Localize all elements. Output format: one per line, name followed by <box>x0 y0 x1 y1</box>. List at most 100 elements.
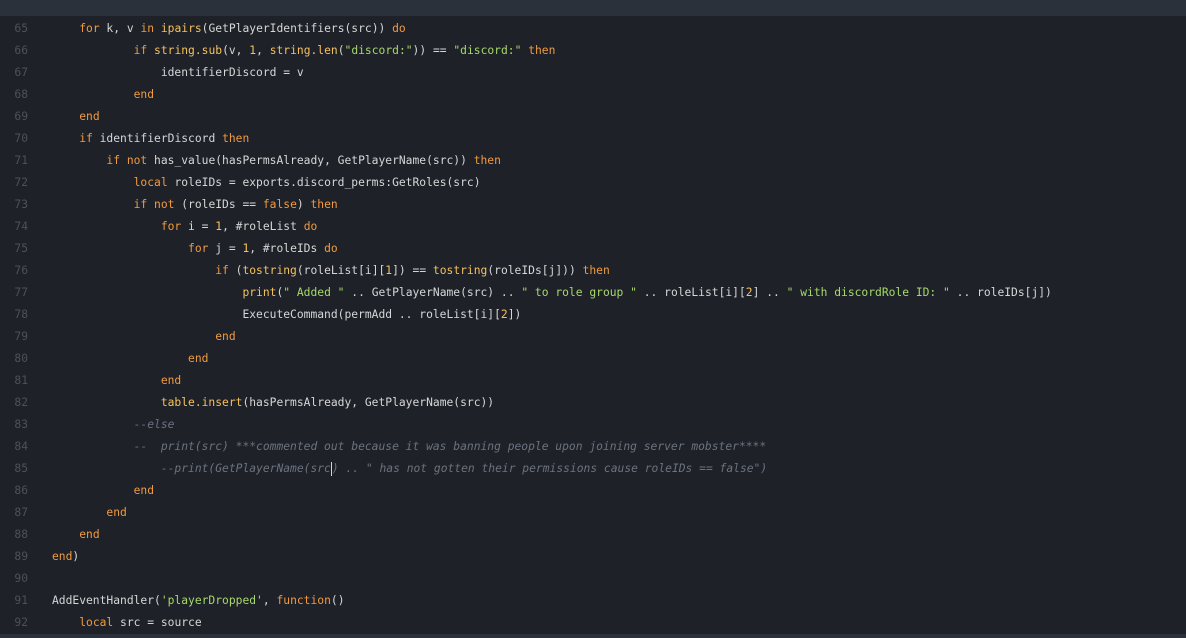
code-token: then <box>310 198 338 211</box>
code-line[interactable]: 89 end) <box>0 546 1186 568</box>
code-line[interactable]: 73 if not (roleIDs == false) then <box>0 194 1186 216</box>
code-line[interactable]: 82 table.insert(hasPermsAlready, GetPlay… <box>0 392 1186 414</box>
code-token: (roleIDs == <box>174 198 263 211</box>
line-number: 70 <box>14 132 28 145</box>
code-text[interactable]: if not has_value(hasPermsAlready, GetPla… <box>52 150 501 172</box>
line-number: 82 <box>14 396 28 409</box>
code-text[interactable]: local roleIDs = exports.discord_perms:Ge… <box>52 172 481 194</box>
code-text[interactable]: identifierDiscord = v <box>52 62 304 84</box>
code-line[interactable]: 86 end <box>0 480 1186 502</box>
line-number: 90 <box>14 572 28 585</box>
code-text[interactable]: end <box>52 502 127 524</box>
bottom-bar <box>0 634 1186 638</box>
code-line[interactable]: 74 for i = 1, #roleList do <box>0 216 1186 238</box>
code-line[interactable]: 90 <box>0 568 1186 590</box>
code-text[interactable]: AddEventHandler('playerDropped', functio… <box>52 590 345 612</box>
code-text[interactable]: end <box>52 480 154 502</box>
code-line[interactable]: 71 if not has_value(hasPermsAlready, Get… <box>0 150 1186 172</box>
line-number: 81 <box>14 374 28 387</box>
code-token: ( <box>337 44 345 57</box>
code-token: (hasPermsAlready, GetPlayerName(src)) <box>242 396 495 409</box>
code-text[interactable]: end <box>52 370 181 392</box>
code-line[interactable]: 91 AddEventHandler('playerDropped', funct… <box>0 590 1186 612</box>
line-number: 69 <box>14 110 28 123</box>
code-text[interactable]: end <box>52 326 235 348</box>
code-line[interactable]: 81 end <box>0 370 1186 392</box>
code-token: .. roleIDs[j]) <box>949 286 1052 299</box>
code-text[interactable]: end <box>52 524 100 546</box>
code-line[interactable]: 92 local src = source <box>0 612 1186 634</box>
code-token: , #roleList <box>222 220 304 233</box>
code-line[interactable]: 85 --print(GetPlayerName(src) .. " has n… <box>0 458 1186 480</box>
code-line[interactable]: 70 if identifierDiscord then <box>0 128 1186 150</box>
line-number: 88 <box>14 528 28 541</box>
code-token: do <box>392 22 406 35</box>
line-number: 66 <box>14 44 28 57</box>
code-token: k, v <box>99 22 141 35</box>
code-text[interactable]: -- print(src) ***commented out because i… <box>52 436 767 458</box>
code-token: then <box>222 132 250 145</box>
code-line[interactable]: 69 end <box>0 106 1186 128</box>
code-text[interactable]: if (tostring(roleList[i][1]) == tostring… <box>52 260 610 282</box>
code-text[interactable]: local src = source <box>52 612 202 634</box>
code-token: do <box>324 242 338 255</box>
code-line[interactable]: 79 end <box>0 326 1186 348</box>
code-line[interactable]: 80 end <box>0 348 1186 370</box>
line-number: 89 <box>14 550 28 563</box>
line-number: 86 <box>14 484 28 497</box>
code-token: ExecuteCommand(permAdd .. roleList[i][ <box>242 308 501 321</box>
code-line[interactable]: 65 for k, v in ipairs(GetPlayerIdentifie… <box>0 18 1186 40</box>
code-token: j = <box>208 242 243 255</box>
code-token: end <box>160 374 182 387</box>
code-editor[interactable]: 65 for k, v in ipairs(GetPlayerIdentifie… <box>0 18 1186 634</box>
code-token: if <box>79 132 93 145</box>
code-text[interactable]: for j = 1, #roleIDs do <box>52 238 338 260</box>
code-token: end <box>79 528 100 541</box>
code-line[interactable]: 84 -- print(src) ***commented out becaus… <box>0 436 1186 458</box>
code-token: -- print(src) ***commented out because i… <box>133 440 767 453</box>
code-token: local <box>133 176 168 189</box>
line-number: 75 <box>14 242 28 255</box>
line-number: 72 <box>14 176 28 189</box>
code-text[interactable]: print(" Added " .. GetPlayerName(src) ..… <box>52 282 1052 304</box>
code-token: end <box>52 550 73 563</box>
code-token: do <box>303 220 318 233</box>
code-line[interactable]: 77 print(" Added " .. GetPlayerName(src)… <box>0 282 1186 304</box>
code-text[interactable]: if not (roleIDs == false) then <box>52 194 338 216</box>
code-line[interactable]: 66 if string.sub(v, 1, string.len("disco… <box>0 40 1186 62</box>
code-text[interactable]: end) <box>52 546 79 568</box>
code-token: for <box>160 220 182 233</box>
code-line[interactable]: 72 local roleIDs = exports.discord_perms… <box>0 172 1186 194</box>
code-text[interactable]: ExecuteCommand(permAdd .. roleList[i][2]… <box>52 304 521 326</box>
code-text[interactable]: for i = 1, #roleList do <box>52 216 317 238</box>
code-text[interactable]: end <box>52 84 154 106</box>
code-text[interactable]: if identifierDiscord then <box>52 128 249 150</box>
code-token: end <box>106 506 127 519</box>
code-text[interactable]: end <box>52 348 208 370</box>
code-line[interactable]: 75 for j = 1, #roleIDs do <box>0 238 1186 260</box>
code-line[interactable]: 78 ExecuteCommand(permAdd .. roleList[i]… <box>0 304 1186 326</box>
line-number: 84 <box>14 440 28 453</box>
code-text[interactable]: if string.sub(v, 1, string.len("discord:… <box>52 40 556 62</box>
code-token: "discord:" <box>453 44 522 57</box>
code-token: ]) == <box>392 264 433 277</box>
line-number: 91 <box>14 594 28 607</box>
code-line[interactable]: 76 if (tostring(roleList[i][1]) == tostr… <box>0 260 1186 282</box>
code-line[interactable]: 88 end <box>0 524 1186 546</box>
code-text[interactable]: end <box>52 106 99 128</box>
code-line[interactable]: 87 end <box>0 502 1186 524</box>
code-text[interactable]: --print(GetPlayerName(src) .. " has not … <box>52 458 767 480</box>
code-token: src = source <box>113 616 202 629</box>
code-token: " Added " <box>283 286 345 299</box>
code-line[interactable]: 83 --else <box>0 414 1186 436</box>
code-token: .. GetPlayerName(src) .. <box>344 286 522 299</box>
code-token: (roleList[i][ <box>296 264 386 277</box>
code-token: (v, <box>222 44 250 57</box>
code-text[interactable]: --else <box>52 414 175 436</box>
code-token: 2 <box>745 286 753 299</box>
code-text[interactable]: for k, v in ipairs(GetPlayerIdentifiers(… <box>52 18 406 40</box>
code-line[interactable]: 67 identifierDiscord = v <box>0 62 1186 84</box>
code-text[interactable]: table.insert(hasPermsAlready, GetPlayerN… <box>52 392 494 414</box>
code-line[interactable]: 68 end <box>0 84 1186 106</box>
